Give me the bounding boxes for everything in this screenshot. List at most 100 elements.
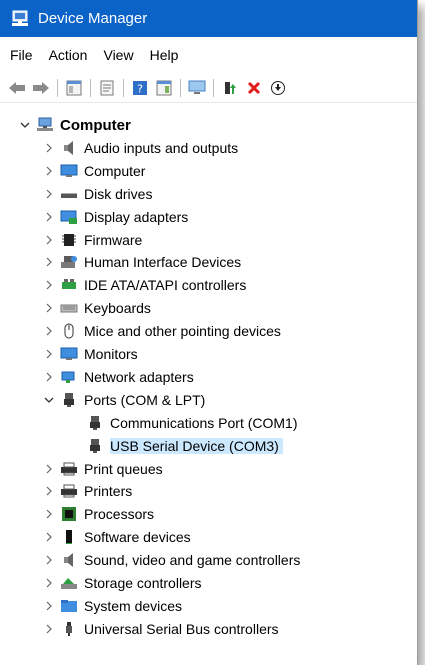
show-hide-console-tree-button[interactable]: [65, 79, 83, 97]
menu-file[interactable]: File: [0, 47, 41, 63]
update-driver-button[interactable]: [221, 79, 239, 97]
software-device-icon: [60, 529, 78, 545]
uninstall-device-button[interactable]: [245, 79, 263, 97]
tree-item-label: Sound, video and game controllers: [84, 552, 301, 569]
tree-item-label: Universal Serial Bus controllers: [84, 620, 279, 637]
tree-item-label: Software devices: [84, 529, 191, 546]
chevron-right-icon[interactable]: [42, 576, 56, 590]
menu-view[interactable]: View: [95, 47, 141, 63]
monitor-scan-icon: [188, 80, 206, 94]
chevron-right-icon[interactable]: [42, 187, 56, 201]
chevron-right-icon[interactable]: [42, 141, 56, 155]
chevron-right-icon[interactable]: [42, 462, 56, 476]
tree-item-label: Computer: [84, 162, 146, 179]
chevron-right-icon[interactable]: [42, 210, 56, 224]
chevron-right-icon[interactable]: [42, 164, 56, 178]
network-adapter-icon: [60, 369, 78, 385]
tree-item-ports-com-lpt[interactable]: Ports (COM & LPT): [42, 389, 205, 411]
firmware-chip-icon: [60, 232, 78, 248]
chevron-right-icon[interactable]: [42, 347, 56, 361]
tree-item-label: Human Interface Devices: [84, 254, 242, 271]
tree-item-label: Mice and other pointing devices: [84, 323, 281, 340]
tree-item-label: Disk drives: [84, 185, 153, 202]
tree-item-network-adapters[interactable]: Network adapters: [42, 366, 194, 388]
tree-item-display-adapters[interactable]: Display adapters: [42, 206, 188, 228]
tree-item-mice-and-other-pointing-devices[interactable]: Mice and other pointing devices: [42, 320, 281, 342]
properties-icon: [100, 80, 114, 95]
tree-item-label: Communications Port (COM1): [110, 414, 298, 431]
tree-item-label: Keyboards: [84, 300, 151, 317]
display-adapter-icon: [60, 209, 78, 225]
chevron-down-icon[interactable]: [18, 118, 32, 132]
tree-item-label: Display adapters: [84, 208, 189, 225]
ide-controller-icon: [60, 277, 78, 293]
port-plug-icon: [60, 392, 78, 408]
menu-help[interactable]: Help: [142, 47, 187, 63]
tree-item-sound-video-and-game-controllers[interactable]: Sound, video and game controllers: [42, 549, 300, 571]
title-bar[interactable]: Device Manager: [0, 0, 417, 37]
tree-child-usb-serial-device-com3[interactable]: USB Serial Device (COM3): [82, 435, 283, 457]
tree-item-software-devices[interactable]: Software devices: [42, 526, 191, 548]
tree-item-label: Computer: [60, 116, 131, 134]
forward-button[interactable]: [32, 79, 50, 97]
scan-hardware-button[interactable]: [188, 79, 206, 97]
chevron-right-icon[interactable]: [42, 622, 56, 636]
chevron-right-icon[interactable]: [42, 370, 56, 384]
keyboard-icon: [60, 300, 78, 316]
computer-icon: [36, 117, 54, 133]
processor-icon: [60, 506, 78, 522]
menu-bar: File Action View Help: [0, 44, 417, 66]
device-manager-window: Device Manager File Action View Help ? C…: [0, 0, 418, 665]
chevron-right-icon[interactable]: [42, 599, 56, 613]
tree-item-label: System devices: [84, 597, 183, 614]
tree-item-keyboards[interactable]: Keyboards: [42, 297, 151, 319]
usb-plug-icon: [60, 621, 78, 637]
tree-item-computer[interactable]: Computer: [42, 160, 145, 182]
toolbar-separator: [123, 78, 124, 97]
tree-item-ide-ata-atapi-controllers[interactable]: IDE ATA/ATAPI controllers: [42, 274, 246, 296]
tree-item-printers[interactable]: Printers: [42, 480, 132, 502]
chevron-down-icon[interactable]: [42, 393, 56, 407]
port-plug-icon: [86, 415, 104, 431]
chevron-right-icon[interactable]: [42, 278, 56, 292]
tree-item-processors[interactable]: Processors: [42, 503, 154, 525]
chevron-right-icon[interactable]: [42, 301, 56, 315]
tree-item-label: Print queues: [84, 460, 163, 477]
storage-controller-icon: [60, 575, 78, 591]
window-title: Device Manager: [38, 10, 148, 27]
help-button[interactable]: ?: [131, 79, 149, 97]
tree-item-label: Printers: [84, 483, 133, 500]
action-pane-button[interactable]: [155, 79, 173, 97]
tree-item-universal-serial-bus-controllers[interactable]: Universal Serial Bus controllers: [42, 618, 279, 640]
chevron-right-icon[interactable]: [42, 530, 56, 544]
monitor-icon: [60, 346, 78, 362]
chevron-right-icon[interactable]: [42, 233, 56, 247]
chevron-right-icon[interactable]: [42, 255, 56, 269]
chevron-right-icon[interactable]: [42, 324, 56, 338]
red-x-icon: [247, 81, 261, 94]
enable-device-button[interactable]: [269, 79, 287, 97]
tree-item-label: Storage controllers: [84, 575, 202, 591]
tree-item-audio-inputs-and-outputs[interactable]: Audio inputs and outputs: [42, 137, 238, 159]
tree-item-label: Firmware: [84, 231, 143, 248]
port-plug-icon: [86, 438, 104, 454]
chevron-right-icon[interactable]: [42, 507, 56, 521]
update-driver-icon: [225, 81, 236, 94]
menu-action[interactable]: Action: [41, 47, 96, 63]
chevron-right-icon[interactable]: [42, 484, 56, 498]
tree-item-system-devices[interactable]: System devices: [42, 595, 182, 617]
tree-item-storage-controllers[interactable]: Storage controllers: [42, 572, 202, 594]
tree-item-disk-drives[interactable]: Disk drives: [42, 183, 152, 205]
tree-item-monitors[interactable]: Monitors: [42, 343, 138, 365]
printer-icon: [60, 483, 78, 499]
toolbar-separator: [90, 78, 91, 97]
properties-button[interactable]: [98, 79, 116, 97]
chevron-right-icon[interactable]: [42, 553, 56, 567]
tree-item-firmware[interactable]: Firmware: [42, 229, 142, 251]
tree-child-communications-port-com1[interactable]: Communications Port (COM1): [82, 412, 298, 434]
tree-root-computer[interactable]: Computer: [18, 114, 131, 136]
tree-item-human-interface-devices[interactable]: Human Interface Devices: [42, 251, 241, 273]
download-circle-icon: [271, 80, 285, 95]
tree-item-print-queues[interactable]: Print queues: [42, 458, 163, 480]
back-button[interactable]: [8, 79, 26, 97]
